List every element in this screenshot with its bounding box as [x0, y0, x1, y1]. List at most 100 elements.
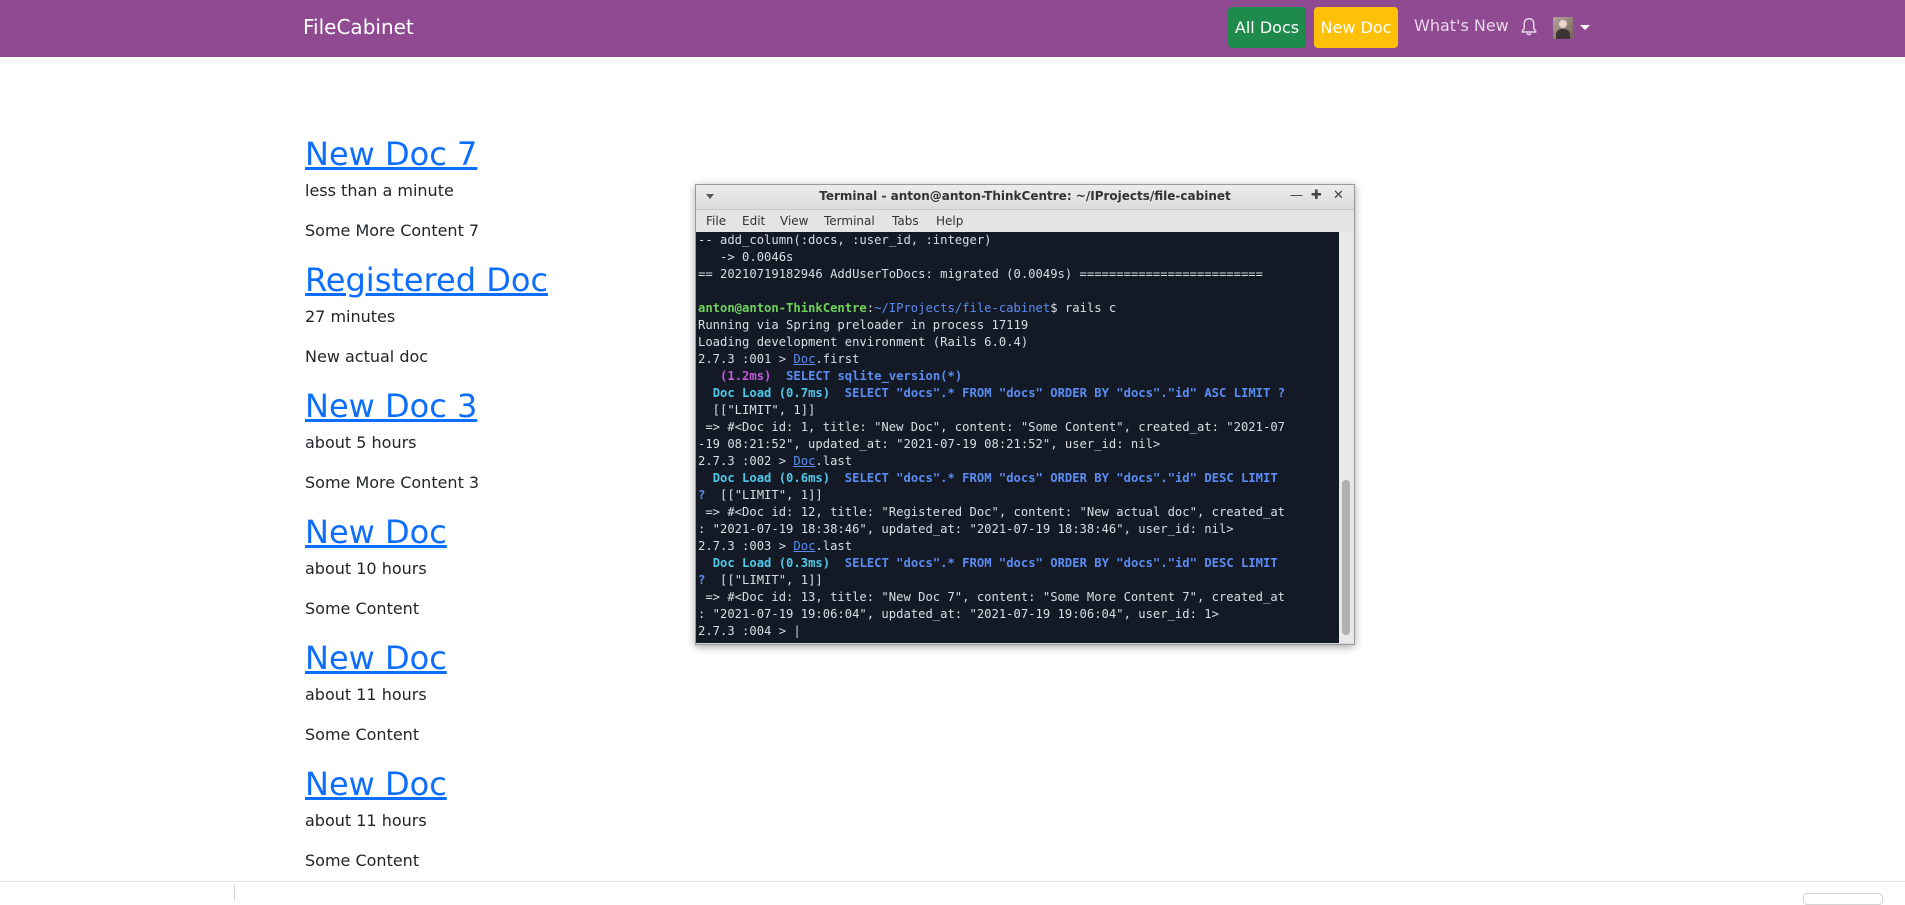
- doc-title-link[interactable]: New Doc: [305, 765, 447, 803]
- maximize-icon[interactable]: ✚: [1311, 188, 1322, 203]
- scrollbar-thumb[interactable]: [1342, 480, 1350, 635]
- terminal-menubar: File Edit View Terminal Tabs Help: [696, 210, 1354, 232]
- terminal-text: Doc Load (0.7ms): [712, 386, 831, 400]
- doc-item: New Doc about 11 hours Some Content: [305, 765, 447, 870]
- terminal-text: [["LIMIT", 1]]: [705, 488, 823, 502]
- footer-divider: [0, 881, 1905, 882]
- menu-tabs[interactable]: Tabs: [892, 214, 919, 228]
- doc-content: New actual doc: [305, 347, 429, 366]
- terminal-titlebar[interactable]: Terminal - anton@anton-ThinkCentre: ~/IP…: [696, 185, 1354, 210]
- terminal-line: Doc Load (0.7ms) SELECT "docs".* FROM "d…: [698, 385, 1339, 402]
- terminal-line: => #<Doc id: 1, title: "New Doc", conten…: [698, 419, 1339, 436]
- terminal-text: Doc Load (0.3ms): [712, 556, 831, 570]
- chevron-down-icon[interactable]: [1580, 25, 1590, 30]
- terminal-line: Running via Spring preloader in process …: [698, 317, 1339, 334]
- terminal-text: :: [866, 301, 875, 315]
- terminal-line: ? [["LIMIT", 1]]: [698, 487, 1339, 504]
- menu-file[interactable]: File: [706, 214, 726, 228]
- terminal-text: .first: [815, 352, 860, 366]
- terminal-text: 2.7.3 :004 > |: [698, 624, 801, 638]
- terminal-text: => #<Doc id: 1, title: "New Doc", conten…: [698, 420, 1285, 434]
- terminal-text: $ rails c: [1050, 301, 1117, 315]
- doc-content: Some Content: [305, 599, 420, 618]
- terminal-text: 2.7.3 :003 >: [698, 539, 794, 553]
- doc-title-link[interactable]: New Doc: [305, 513, 447, 551]
- terminal-line: Loading development environment (Rails 6…: [698, 334, 1339, 351]
- footer-control[interactable]: [1803, 893, 1883, 905]
- doc-timestamp: about 11 hours: [305, 685, 427, 704]
- terminal-text: -19 08:21:52", updated_at: "2021-07-19 0…: [698, 437, 1161, 451]
- terminal-text: -- add_column(:docs, :user_id, :integer): [698, 233, 992, 247]
- terminal-text: anton@anton-ThinkCentre: [698, 301, 867, 315]
- menu-terminal[interactable]: Terminal: [824, 214, 875, 228]
- doc-title-link[interactable]: Registered Doc: [305, 261, 548, 299]
- terminal-text: => #<Doc id: 13, title: "New Doc 7", con…: [698, 590, 1285, 604]
- minimize-icon[interactable]: —: [1290, 188, 1303, 203]
- doc-timestamp: about 11 hours: [305, 811, 427, 830]
- doc-item: New Doc 3 about 5 hours Some More Content …: [305, 387, 479, 492]
- terminal-line: anton@anton-ThinkCentre:~/IProjects/file…: [698, 300, 1339, 317]
- terminal-line: -> 0.0046s: [698, 249, 1339, 266]
- terminal-text: [["LIMIT", 1]]: [705, 573, 823, 587]
- brand-link[interactable]: FileCabinet: [303, 15, 414, 39]
- terminal-text: SELECT "docs".* FROM "docs" ORDER BY "do…: [844, 471, 1278, 485]
- doc-item: New Doc about 11 hours Some Content: [305, 639, 447, 744]
- terminal-line: : "2021-07-19 18:38:46", updated_at: "20…: [698, 521, 1339, 538]
- menu-help[interactable]: Help: [936, 214, 963, 228]
- terminal-screen[interactable]: -- add_column(:docs, :user_id, :integer)…: [696, 232, 1339, 643]
- doc-content: Some Content: [305, 725, 420, 744]
- terminal-line: => #<Doc id: 12, title: "Registered Doc"…: [698, 504, 1339, 521]
- terminal-text: 2.7.3 :001 >: [698, 352, 794, 366]
- menu-view[interactable]: View: [780, 214, 808, 228]
- terminal-text: Doc: [793, 352, 816, 366]
- avatar-head-shape: [1559, 20, 1567, 28]
- doc-content: Some More Content 7: [305, 221, 480, 240]
- terminal-title: Terminal - anton@anton-ThinkCentre: ~/IP…: [819, 189, 1231, 203]
- terminal-line: : "2021-07-19 19:06:04", updated_at: "20…: [698, 606, 1339, 623]
- doc-title-link[interactable]: New Doc: [305, 639, 447, 677]
- new-doc-button[interactable]: New Doc: [1314, 7, 1398, 48]
- terminal-line: 2.7.3 :001 > Doc.first: [698, 351, 1339, 368]
- doc-timestamp: 27 minutes: [305, 307, 396, 326]
- top-navbar: FileCabinet All Docs New Doc What's New: [0, 0, 1905, 57]
- bell-icon[interactable]: [1520, 17, 1538, 37]
- terminal-text: == 20210719182946 AddUserToDocs: migrate…: [698, 267, 1263, 281]
- avatar-body-shape: [1556, 29, 1570, 39]
- terminal-text: ~/IProjects/file-cabinet: [874, 301, 1051, 315]
- terminal-line: [["LIMIT", 1]]: [698, 402, 1339, 419]
- terminal-output: -- add_column(:docs, :user_id, :integer)…: [696, 232, 1339, 640]
- doc-timestamp: about 5 hours: [305, 433, 417, 452]
- terminal-text: [["LIMIT", 1]]: [698, 403, 816, 417]
- terminal-text: Loading development environment (Rails 6…: [698, 335, 1029, 349]
- doc-item: New Doc about 10 hours Some Content: [305, 513, 447, 618]
- doc-item: New Doc 7 less than a minute Some More Con…: [305, 135, 479, 240]
- terminal-text: => #<Doc id: 12, title: "Registered Doc"…: [698, 505, 1285, 519]
- user-avatar[interactable]: [1553, 17, 1573, 39]
- terminal-line: 2.7.3 :004 > |: [698, 623, 1339, 640]
- doc-title-link[interactable]: New Doc 7: [305, 135, 477, 173]
- terminal-line: -- add_column(:docs, :user_id, :integer): [698, 232, 1339, 249]
- whats-new-link[interactable]: What's New: [1414, 16, 1509, 35]
- terminal-window[interactable]: Terminal - anton@anton-ThinkCentre: ~/IP…: [695, 184, 1355, 645]
- terminal-text: 2.7.3 :002 >: [698, 454, 794, 468]
- terminal-scrollbar[interactable]: [1339, 232, 1354, 643]
- terminal-line: => #<Doc id: 13, title: "New Doc 7", con…: [698, 589, 1339, 606]
- terminal-line: Doc Load (0.3ms) SELECT "docs".* FROM "d…: [698, 555, 1339, 572]
- all-docs-button[interactable]: All Docs: [1228, 7, 1306, 48]
- terminal-line: (1.2ms) SELECT sqlite_version(*): [698, 368, 1339, 385]
- doc-content: Some Content: [305, 851, 420, 870]
- terminal-line: 2.7.3 :003 > Doc.last: [698, 538, 1339, 555]
- terminal-text: Doc: [793, 454, 816, 468]
- doc-timestamp: less than a minute: [305, 181, 454, 200]
- close-icon[interactable]: ✕: [1333, 188, 1344, 203]
- menu-edit[interactable]: Edit: [742, 214, 765, 228]
- terminal-line: Doc Load (0.6ms) SELECT "docs".* FROM "d…: [698, 470, 1339, 487]
- doc-title-link[interactable]: New Doc 3: [305, 387, 477, 425]
